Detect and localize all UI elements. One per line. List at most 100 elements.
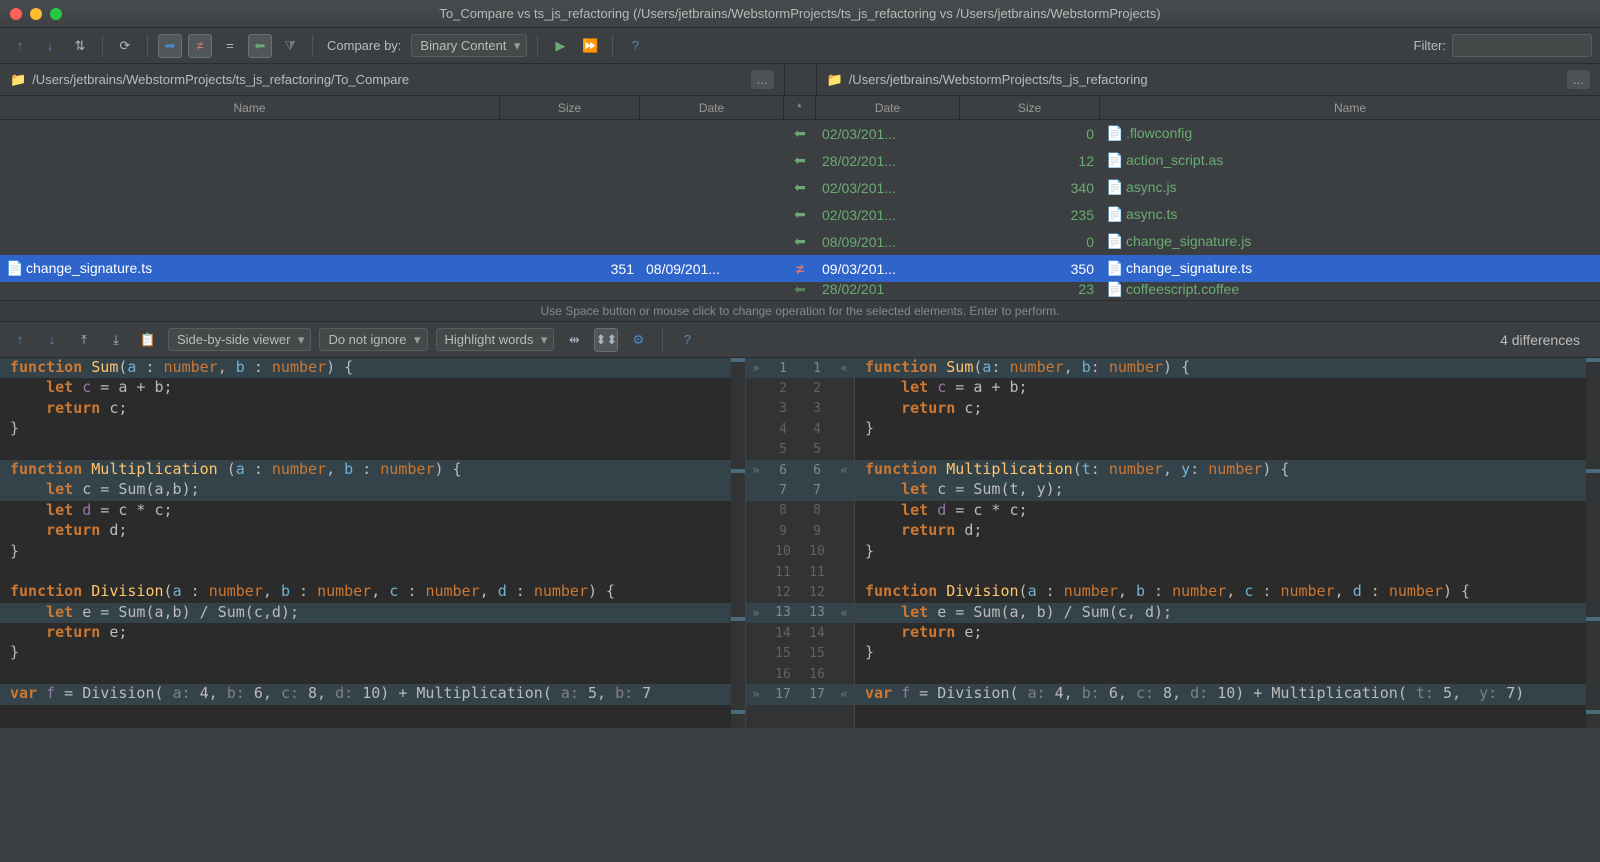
- file-row[interactable]: 📄change_signature.ts35108/09/201...: [0, 255, 784, 282]
- arrow-up-icon[interactable]: ↑: [8, 34, 32, 58]
- left-file-list[interactable]: 📄change_signature.ts35108/09/201...: [0, 120, 784, 300]
- help-icon[interactable]: ?: [675, 328, 699, 352]
- code-line[interactable]: function Division(a : number, b : number…: [0, 582, 745, 602]
- right-minimap[interactable]: [1586, 358, 1600, 728]
- show-equal-icon[interactable]: =: [218, 34, 242, 58]
- browse-right-button[interactable]: ...: [1567, 70, 1590, 89]
- compare-by-dropdown[interactable]: Binary Content: [411, 34, 527, 57]
- right-code-pane[interactable]: function Sum(a: number, b: number) { let…: [855, 358, 1600, 728]
- gutter-line: 1111: [746, 562, 854, 582]
- filter-icon[interactable]: ⧩: [278, 34, 302, 58]
- code-line[interactable]: var f = Division( a: 4, b: 6, c: 8, d: 1…: [855, 684, 1600, 704]
- left-code-pane[interactable]: function Sum(a : number, b : number) { l…: [0, 358, 745, 728]
- code-line[interactable]: return c;: [0, 399, 745, 419]
- viewer-dropdown[interactable]: Side-by-side viewer: [168, 328, 311, 351]
- browse-left-button[interactable]: ...: [751, 70, 774, 89]
- file-row[interactable]: 02/03/201...235📄async.ts: [816, 201, 1600, 228]
- swap-icon[interactable]: ⇅: [68, 34, 92, 58]
- export-right-icon[interactable]: ⤓: [104, 328, 128, 352]
- operation-cell[interactable]: [784, 228, 816, 255]
- hint-bar: Use Space button or mouse click to chang…: [0, 300, 1600, 322]
- gutter-line: 44: [746, 419, 854, 439]
- code-line[interactable]: return c;: [855, 399, 1600, 419]
- show-diff-icon[interactable]: ≠: [188, 34, 212, 58]
- titlebar: To_Compare vs ts_js_refactoring (/Users/…: [0, 0, 1600, 28]
- refresh-icon[interactable]: ⟳: [113, 34, 137, 58]
- copy-icon[interactable]: 📋: [136, 328, 160, 352]
- code-line[interactable]: let e = Sum(a,b) / Sum(c,d);: [0, 603, 745, 623]
- code-line[interactable]: let e = Sum(a, b) / Sum(c, d);: [855, 603, 1600, 623]
- code-line[interactable]: }: [0, 419, 745, 439]
- operation-cell[interactable]: ≠: [784, 255, 816, 282]
- code-line[interactable]: return e;: [855, 623, 1600, 643]
- code-line[interactable]: let c = Sum(t, y);: [855, 480, 1600, 500]
- code-line[interactable]: }: [855, 419, 1600, 439]
- gear-icon[interactable]: ⚙: [626, 328, 650, 352]
- operation-column[interactable]: ≠: [784, 120, 816, 300]
- file-row[interactable]: 28/02/201...12📄action_script.as: [816, 147, 1600, 174]
- highlight-dropdown[interactable]: Highlight words: [436, 328, 555, 351]
- code-line[interactable]: [0, 664, 745, 684]
- code-line[interactable]: [0, 562, 745, 582]
- play-all-icon[interactable]: ⏩: [578, 34, 602, 58]
- operation-cell[interactable]: [784, 282, 816, 296]
- code-line[interactable]: function Multiplication (a : number, b :…: [0, 460, 745, 480]
- operation-cell[interactable]: [784, 201, 816, 228]
- code-line[interactable]: let c = Sum(a,b);: [0, 480, 745, 500]
- filter-label: Filter:: [1414, 38, 1447, 53]
- prev-diff-icon[interactable]: ↑: [8, 328, 32, 352]
- show-new-right-icon[interactable]: ⬅: [248, 34, 272, 58]
- code-line[interactable]: }: [0, 542, 745, 562]
- play-icon[interactable]: ▶: [548, 34, 572, 58]
- ignore-dropdown[interactable]: Do not ignore: [319, 328, 427, 351]
- code-line[interactable]: }: [0, 643, 745, 663]
- code-line[interactable]: return d;: [0, 521, 745, 541]
- file-row[interactable]: 02/03/201...340📄async.js: [816, 174, 1600, 201]
- operation-cell[interactable]: [784, 120, 816, 147]
- gutter-line: 1414: [746, 623, 854, 643]
- maximize-window-button[interactable]: [50, 8, 62, 20]
- code-line[interactable]: }: [855, 643, 1600, 663]
- code-line[interactable]: let c = a + b;: [855, 378, 1600, 398]
- code-line[interactable]: return d;: [855, 521, 1600, 541]
- code-line[interactable]: }: [855, 542, 1600, 562]
- filter-input[interactable]: [1452, 34, 1592, 57]
- code-line[interactable]: let d = c * c;: [0, 501, 745, 521]
- code-line[interactable]: [855, 440, 1600, 460]
- gutter-line: »1717«: [746, 684, 854, 704]
- center-gutter: »11«22334455»66«778899101011111212»1313«…: [745, 358, 855, 728]
- close-window-button[interactable]: [10, 8, 22, 20]
- arrow-down-icon[interactable]: ↓: [38, 34, 62, 58]
- code-line[interactable]: let d = c * c;: [855, 501, 1600, 521]
- minimize-window-button[interactable]: [30, 8, 42, 20]
- code-line[interactable]: [0, 440, 745, 460]
- code-line[interactable]: function Sum(a: number, b: number) {: [855, 358, 1600, 378]
- code-line[interactable]: [855, 562, 1600, 582]
- sync-scroll-icon[interactable]: ⬍⬍: [594, 328, 618, 352]
- help-icon[interactable]: ?: [623, 34, 647, 58]
- collapse-icon[interactable]: ⇹: [562, 328, 586, 352]
- file-row[interactable]: 09/03/201...350📄change_signature.ts: [816, 255, 1600, 282]
- code-line[interactable]: [855, 664, 1600, 684]
- file-row[interactable]: 28/02/20123📄coffeescript.coffee: [816, 282, 1600, 296]
- operation-cell[interactable]: [784, 147, 816, 174]
- gutter-line: 77: [746, 480, 854, 500]
- show-new-left-icon[interactable]: ➡: [158, 34, 182, 58]
- code-line[interactable]: var f = Division( a: 4, b: 6, c: 8, d: 1…: [0, 684, 745, 704]
- code-line[interactable]: let c = a + b;: [0, 378, 745, 398]
- diff-toolbar: ↑ ↓ ⤒ ⤓ 📋 Side-by-side viewer Do not ign…: [0, 322, 1600, 358]
- right-path: /Users/jetbrains/WebstormProjects/ts_js_…: [849, 72, 1561, 87]
- code-line[interactable]: function Sum(a : number, b : number) {: [0, 358, 745, 378]
- export-left-icon[interactable]: ⤒: [72, 328, 96, 352]
- operation-cell[interactable]: [784, 174, 816, 201]
- file-row[interactable]: 02/03/201...0📄.flowconfig: [816, 120, 1600, 147]
- paths-row: 📁 /Users/jetbrains/WebstormProjects/ts_j…: [0, 64, 1600, 96]
- right-file-list[interactable]: 02/03/201...0📄.flowconfig28/02/201...12📄…: [816, 120, 1600, 300]
- code-line[interactable]: function Division(a : number, b : number…: [855, 582, 1600, 602]
- diff-count: 4 differences: [1500, 332, 1592, 348]
- left-minimap[interactable]: [731, 358, 745, 728]
- next-diff-icon[interactable]: ↓: [40, 328, 64, 352]
- file-row[interactable]: 08/09/201...0📄change_signature.js: [816, 228, 1600, 255]
- code-line[interactable]: function Multiplication(t: number, y: nu…: [855, 460, 1600, 480]
- code-line[interactable]: return e;: [0, 623, 745, 643]
